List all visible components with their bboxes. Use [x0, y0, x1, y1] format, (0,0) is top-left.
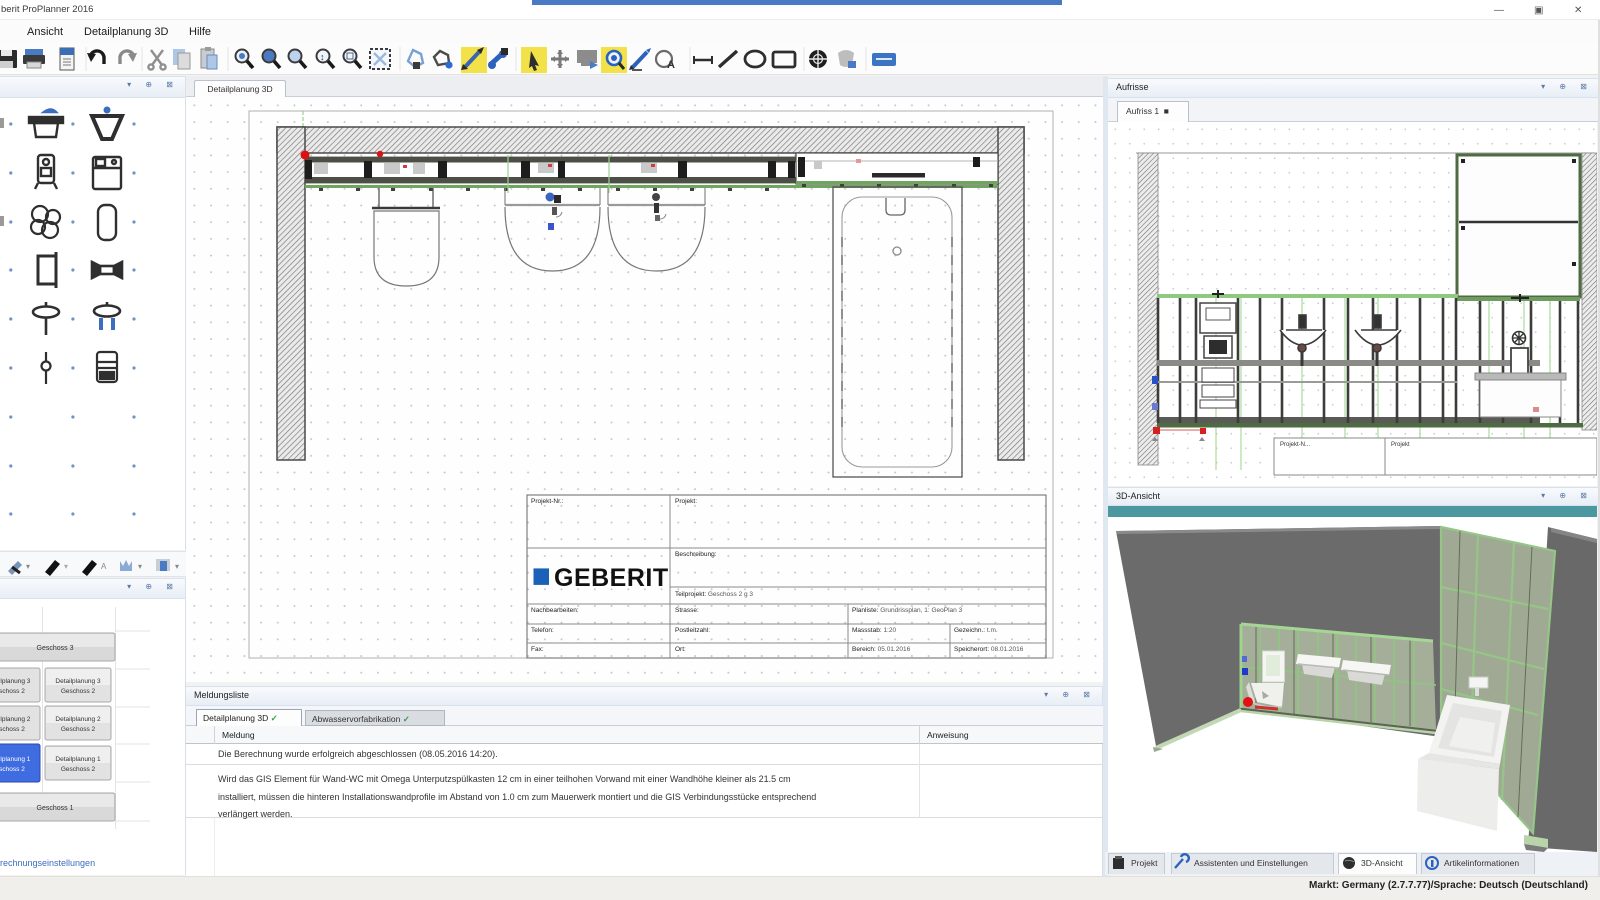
- svg-text:tailplanung 3: tailplanung 3: [0, 678, 31, 685]
- svg-text:Teilprojekt: Geschoss 2 g 3: Teilprojekt: Geschoss 2 g 3: [675, 591, 753, 598]
- svg-text:Geschoss 2: Geschoss 2: [61, 688, 96, 695]
- svg-text:tailplanung 1: tailplanung 1: [0, 756, 31, 763]
- svg-text:Projekt:: Projekt:: [675, 498, 697, 505]
- svg-text:A: A: [101, 562, 107, 571]
- svg-text:schoss 2: schoss 2: [0, 726, 25, 733]
- svg-text:Ort:: Ort:: [675, 646, 686, 653]
- svg-text:Nachbearbeiten:: Nachbearbeiten:: [531, 607, 579, 614]
- svg-text:Geschoss 1: Geschoss 1: [37, 805, 74, 812]
- svg-text:↕: ↕: [320, 52, 325, 62]
- svg-text:GEBERIT: GEBERIT: [554, 564, 669, 592]
- svg-text:Geschoss 2: Geschoss 2: [61, 766, 96, 773]
- svg-text:Postleitzahl:: Postleitzahl:: [675, 627, 710, 634]
- svg-text:tailplanung 2: tailplanung 2: [0, 716, 31, 723]
- svg-text:Massstab: 1:20: Massstab: 1:20: [852, 627, 896, 634]
- svg-text:Gezeichn.: t.m.: Gezeichn.: t.m.: [954, 627, 998, 634]
- svg-text:Detailplanung 3: Detailplanung 3: [55, 678, 101, 685]
- svg-text:Bereich: 05.01.2016: Bereich: 05.01.2016: [852, 646, 911, 653]
- svg-text:Detailplanung 2: Detailplanung 2: [55, 716, 101, 723]
- svg-text:Geschoss 3: Geschoss 3: [37, 645, 74, 652]
- svg-text:schoss 2: schoss 2: [0, 766, 25, 773]
- svg-text:Projekt-N...: Projekt-N...: [1280, 442, 1310, 448]
- svg-text:Speicherort: 08.01.2016: Speicherort: 08.01.2016: [954, 646, 1024, 653]
- svg-text:Beschreibung:: Beschreibung:: [675, 551, 717, 558]
- svg-text:Strasse:: Strasse:: [675, 607, 699, 614]
- svg-text:▾: ▾: [175, 562, 179, 571]
- svg-text:Planliste: Grundrissplan, 1:: Planliste: Grundrissplan, 1: GeoPlan 3: [852, 607, 963, 614]
- svg-text:A: A: [667, 59, 675, 71]
- svg-text:▾: ▾: [64, 562, 68, 571]
- svg-text:Fax:: Fax:: [531, 646, 544, 653]
- svg-text:Projekt: Projekt: [1391, 442, 1410, 448]
- svg-text:Detailplanung 1: Detailplanung 1: [55, 756, 101, 763]
- svg-text:schoss 2: schoss 2: [0, 688, 25, 695]
- svg-text:Telefon:: Telefon:: [531, 627, 554, 634]
- svg-text:▾: ▾: [26, 562, 30, 571]
- svg-text:Projekt-Nr.:: Projekt-Nr.:: [531, 498, 564, 505]
- svg-text:▾: ▾: [138, 562, 142, 571]
- svg-text:Geschoss 2: Geschoss 2: [61, 726, 96, 733]
